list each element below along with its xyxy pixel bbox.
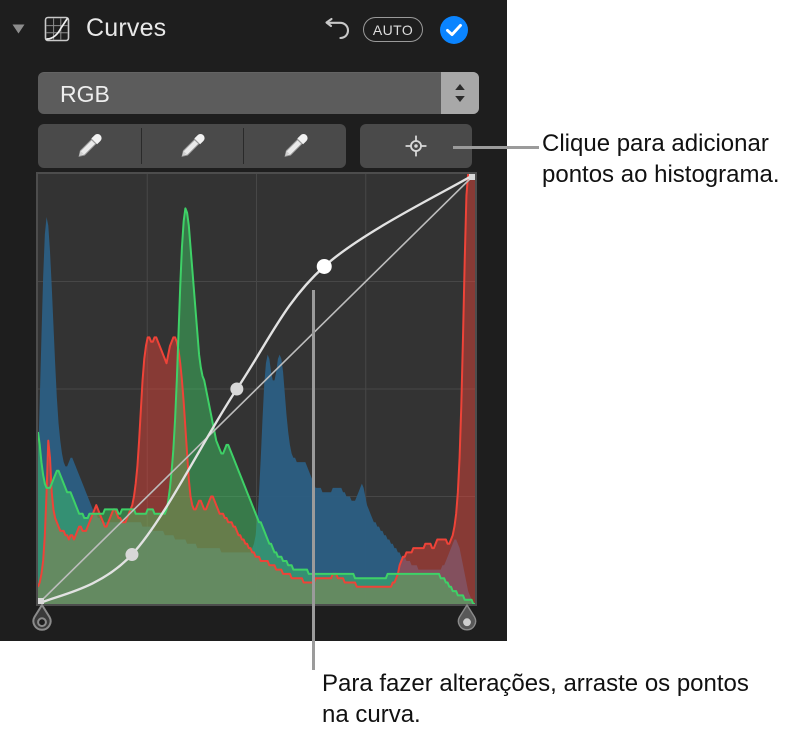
curve-control-point[interactable] (316, 258, 332, 274)
callout-bottom-leader-line (312, 290, 315, 670)
enabled-checkbox[interactable] (440, 16, 468, 44)
black-point-eyedropper-button[interactable] (38, 124, 141, 168)
gray-point-eyedropper-button[interactable] (140, 124, 244, 168)
panel-header: Curves AUTO (0, 0, 507, 60)
undo-button[interactable] (322, 14, 354, 46)
eyedropper-white-point-icon (284, 133, 308, 157)
callout-add-points: Clique para adicionar pontos ao histogra… (542, 130, 780, 188)
auto-button[interactable]: AUTO (363, 17, 423, 42)
callout-top-leader-line (453, 146, 539, 149)
eyedropper-black-point-icon (78, 133, 102, 157)
curves-icon (44, 16, 70, 42)
curve-control-point[interactable] (469, 174, 475, 180)
disclosure-triangle-icon[interactable] (12, 24, 25, 34)
curves-panel: Curves AUTO RGB (0, 0, 507, 641)
checkmark-icon (446, 23, 462, 37)
eyedropper-button-group (38, 124, 346, 168)
white-point-eyedropper-button[interactable] (243, 124, 346, 168)
curve-control-point[interactable] (230, 382, 244, 396)
curve-control-point[interactable] (125, 548, 139, 562)
undo-icon (325, 17, 350, 40)
histogram-curve-plot[interactable] (36, 172, 477, 606)
auto-button-label: AUTO (372, 21, 414, 38)
stepper-arrows-icon[interactable] (441, 72, 479, 114)
histogram-svg (38, 174, 475, 604)
page-title: Curves (86, 14, 167, 42)
eyedropper-gray-point-icon (181, 133, 205, 157)
callout-drag-points: Para fazer alterações, arraste os pontos… (322, 670, 749, 728)
white-point-handle[interactable] (455, 603, 479, 634)
channel-select-value: RGB (60, 81, 110, 107)
target-crosshair-icon (405, 135, 427, 157)
black-point-handle[interactable] (30, 603, 54, 634)
channel-select[interactable]: RGB (38, 72, 479, 114)
